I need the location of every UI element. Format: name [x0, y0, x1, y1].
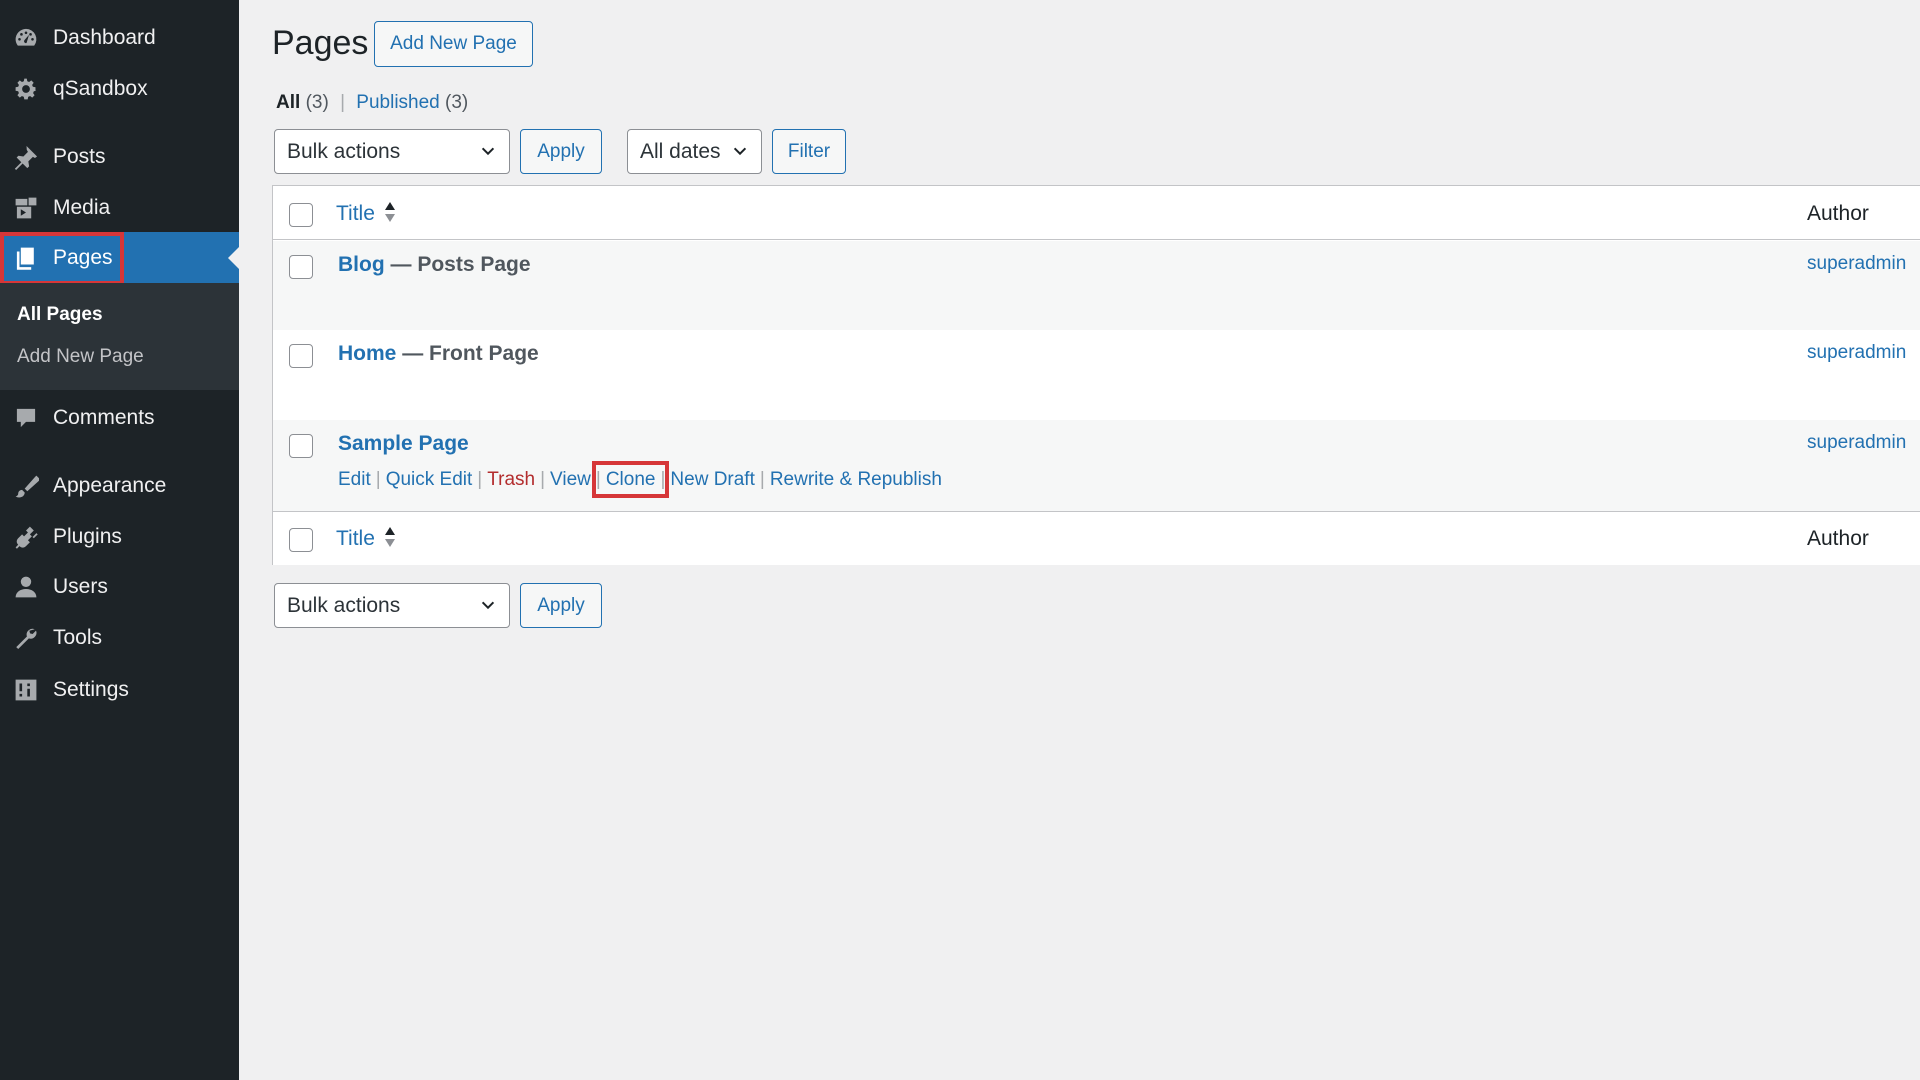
select-all-checkbox[interactable]: [289, 203, 313, 227]
dashboard-icon: [13, 25, 39, 51]
menu-media[interactable]: Media: [0, 182, 239, 233]
submenu-all-pages[interactable]: All Pages: [17, 304, 103, 326]
filter-button[interactable]: Filter: [772, 129, 846, 174]
view-filters: All (3) | Published (3): [276, 92, 468, 114]
apply-button-top[interactable]: Apply: [520, 129, 602, 174]
add-new-page-button[interactable]: Add New Page: [374, 21, 533, 67]
row-checkbox[interactable]: [289, 255, 313, 279]
row-action-separator: |: [477, 469, 483, 490]
row-action-separator: |: [540, 469, 546, 490]
menu-plugins-label: Plugins: [53, 524, 122, 548]
pages-table: Title Author Blog — Posts Page superadmi…: [272, 185, 1920, 565]
menu-tools[interactable]: Tools: [0, 612, 239, 663]
admin-sidebar: Dashboard qSandbox Posts Media Pages All…: [0, 0, 239, 1080]
pages-submenu: All Pages Add New Page: [0, 283, 239, 390]
row-title-wrap: Home — Front Page: [338, 342, 539, 366]
row-title-wrap: Blog — Posts Page: [338, 253, 531, 277]
table-row: Blog — Posts Page superadmin: [273, 241, 1920, 330]
apply-button-bottom[interactable]: Apply: [520, 583, 602, 628]
menu-plugins[interactable]: Plugins: [0, 511, 239, 562]
menu-qsandbox[interactable]: qSandbox: [0, 63, 239, 114]
view-published-link[interactable]: Published: [356, 92, 439, 113]
page-title: Pages: [272, 24, 369, 62]
column-title-sort[interactable]: Title: [336, 202, 375, 226]
menu-appearance-label: Appearance: [53, 473, 167, 497]
table-row: Home — Front Page superadmin: [273, 330, 1920, 420]
menu-qsandbox-label: qSandbox: [53, 76, 148, 100]
column-title-sort-bottom[interactable]: Title: [336, 527, 375, 551]
main-content: Pages Add New Page All (3) | Published (…: [239, 0, 1920, 1080]
gear-icon: [13, 76, 39, 102]
pushpin-icon: [13, 144, 39, 170]
menu-settings[interactable]: Settings: [0, 664, 239, 715]
row-action-rewrite-republish[interactable]: Rewrite & Republish: [770, 469, 942, 490]
menu-dashboard-label: Dashboard: [53, 25, 156, 49]
row-author-link[interactable]: superadmin: [1807, 432, 1906, 454]
column-author-bottom: Author: [1807, 527, 1869, 550]
chevron-down-icon: [731, 142, 749, 160]
paintbrush-icon: [13, 473, 39, 499]
media-icon: [13, 195, 39, 221]
view-all-count: (3): [305, 92, 329, 113]
row-action-new-draft[interactable]: New Draft: [670, 469, 754, 490]
plug-icon: [13, 524, 39, 550]
pages-highlight-box: [0, 232, 124, 285]
date-filter-select[interactable]: All dates: [627, 129, 762, 174]
sort-icon[interactable]: [383, 200, 397, 224]
row-title-wrap: Sample Page: [338, 432, 469, 456]
row-checkbox[interactable]: [289, 344, 313, 368]
menu-appearance[interactable]: Appearance: [0, 460, 239, 511]
settings-sliders-icon: [13, 677, 39, 703]
row-post-state: — Posts Page: [384, 253, 531, 276]
row-author-link[interactable]: superadmin: [1807, 342, 1906, 364]
view-all-link[interactable]: All: [276, 92, 300, 113]
date-filter-value: All dates: [640, 139, 721, 163]
submenu-add-new-page[interactable]: Add New Page: [17, 346, 144, 368]
menu-users-label: Users: [53, 574, 108, 598]
row-action-trash[interactable]: Trash: [487, 469, 535, 490]
bulk-actions-value-top: Bulk actions: [287, 139, 401, 163]
comment-icon: [13, 405, 39, 431]
row-title-link[interactable]: Home: [338, 342, 396, 365]
bulk-actions-select-bottom[interactable]: Bulk actions: [274, 583, 510, 628]
view-separator: |: [340, 92, 346, 113]
wrench-icon: [13, 625, 39, 651]
row-action-separator: |: [759, 469, 765, 490]
bulk-actions-select-top[interactable]: Bulk actions: [274, 129, 510, 174]
column-author: Author: [1807, 202, 1869, 225]
row-title-link[interactable]: Blog: [338, 253, 385, 276]
menu-users[interactable]: Users: [0, 561, 239, 612]
bulk-actions-value-bottom: Bulk actions: [287, 593, 401, 617]
sort-icon[interactable]: [383, 525, 397, 549]
table-row: Sample Page superadmin Edit | Quick Edit | T…: [273, 420, 1920, 511]
view-published-count: (3): [445, 92, 469, 113]
menu-tools-label: Tools: [53, 625, 103, 649]
row-author-link[interactable]: superadmin: [1807, 253, 1906, 275]
row-title-link[interactable]: Sample Page: [338, 432, 469, 455]
table-footer: Title Author: [273, 511, 1920, 565]
user-icon: [13, 574, 39, 600]
menu-posts[interactable]: Posts: [0, 131, 239, 182]
menu-posts-label: Posts: [53, 144, 106, 168]
menu-dashboard[interactable]: Dashboard: [0, 12, 239, 63]
row-action-view[interactable]: View: [550, 469, 591, 490]
chevron-down-icon: [479, 596, 497, 614]
menu-comments-label: Comments: [53, 405, 155, 429]
row-action-quick-edit[interactable]: Quick Edit: [386, 469, 473, 490]
chevron-down-icon: [479, 142, 497, 160]
clone-highlight-box: [591, 461, 670, 498]
row-action-separator: |: [375, 469, 381, 490]
select-all-checkbox-bottom[interactable]: [289, 528, 313, 552]
row-post-state: — Front Page: [396, 342, 539, 365]
menu-comments[interactable]: Comments: [0, 392, 239, 443]
menu-settings-label: Settings: [53, 677, 129, 701]
table-header: Title Author: [273, 186, 1920, 240]
menu-media-label: Media: [53, 195, 111, 219]
row-action-edit[interactable]: Edit: [338, 469, 371, 490]
row-checkbox[interactable]: [289, 434, 313, 458]
